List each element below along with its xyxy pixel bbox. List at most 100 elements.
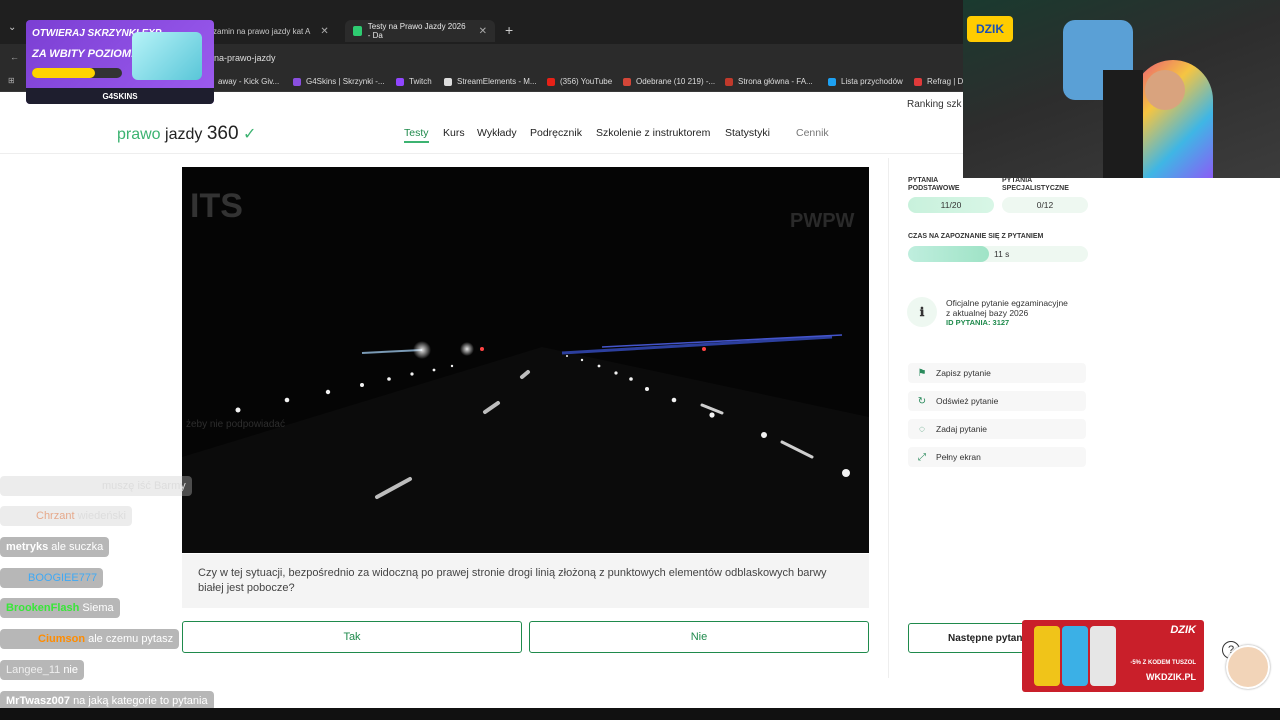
twitch-icon (396, 77, 404, 86)
streamelements-icon (444, 77, 452, 86)
chat-user: Ciumson (38, 633, 86, 645)
answer-no-button[interactable]: Nie (529, 621, 869, 653)
nav-statystyki[interactable]: Statystyki (725, 127, 770, 139)
faceit-icon (725, 77, 733, 86)
answer-yes-button[interactable]: Tak (182, 621, 522, 653)
chat-text: ale suczka (51, 541, 104, 553)
chat-text: na jaką kategorie to pytania (73, 695, 208, 707)
chair (1103, 70, 1143, 178)
nav-szkolenie[interactable]: Szkolenie z instruktorem (596, 127, 710, 139)
chat-message: muszę iść Barmy (0, 476, 192, 496)
expand-icon: ⤢ (918, 451, 926, 463)
chat-message: metryks ale suczka (0, 537, 110, 557)
can-image (1090, 626, 1116, 686)
chat-message: Langee_11 nie (0, 660, 84, 680)
promo-progress-bar (32, 68, 122, 78)
timer-label: CZAS NA ZAPOZNANIE SIĘ Z PYTANIEM (908, 233, 1044, 240)
timer-fill (908, 246, 989, 262)
chat-text: wiedeński (77, 510, 126, 522)
webcam-overlay: DZIK (963, 0, 1280, 178)
fullscreen-button[interactable]: ⤢ Pełny ekran (908, 447, 1086, 467)
bookmark-label: Twitch (409, 77, 432, 86)
youtube-icon (547, 77, 555, 86)
timer-value: 11 s (994, 249, 1010, 259)
bookmark-label: away - Kick Giv... (218, 77, 280, 86)
streamer-head (1145, 70, 1185, 110)
special-questions-counter: 0/12 (1002, 197, 1088, 213)
tab-testy[interactable]: Testy na Prawo Jazdy 2026 - Da ✕ (345, 20, 495, 42)
bookmark-item[interactable]: Strona główna - FA... (725, 77, 813, 86)
action-label: Odśwież pytanie (936, 396, 999, 406)
bookmark-label: G4Skins | Skrzynki -... (306, 77, 385, 86)
tab-label: Testy na Prawo Jazdy 2026 - Da (367, 22, 466, 40)
tab-exam-a[interactable]: zamin na prawo jazdy kat A ✕ (205, 20, 345, 42)
ranking-link[interactable]: Ranking szk (907, 99, 961, 110)
back-icon[interactable]: ← (10, 52, 19, 62)
logo-word-2: jazdy (165, 126, 203, 143)
action-label: Zapisz pytanie (936, 368, 991, 378)
bookmark-label: Strona główna - FA... (738, 77, 813, 86)
bookmark-item[interactable]: G4Skins | Skrzynki -... (293, 77, 385, 86)
refresh-question-button[interactable]: ↻ Odśwież pytanie (908, 391, 1086, 411)
new-tab-button[interactable]: + (505, 22, 513, 38)
refrag-icon (914, 77, 922, 86)
tab-list-icon[interactable]: ⌄ (8, 22, 16, 33)
chat-user: BOOGIEE777 (28, 572, 98, 584)
bookmark-label: Refrag | D (927, 77, 964, 86)
nav-cennik[interactable]: Cennik (796, 127, 829, 139)
chat-user: Chrzant (36, 510, 75, 522)
chat-text: ale czemu pytasz (88, 633, 174, 645)
bookmark-item[interactable]: StreamElements - M... (444, 77, 537, 86)
chat-user: Langee_11 (6, 664, 61, 676)
nav-testy[interactable]: Testy (404, 127, 429, 143)
question-text: Czy w tej sytuacji, bezpośrednio za wido… (182, 554, 869, 608)
video-overlay-text: żeby nie podpowiadać (186, 419, 285, 430)
basic-questions-label: PYTANIA PODSTAWOWE (908, 177, 960, 192)
basic-questions-counter: 11/20 (908, 197, 994, 213)
bookmark-label: Lista przychodów (841, 77, 903, 86)
bookmark-item[interactable]: away - Kick Giv... (218, 77, 279, 86)
nav-kurs[interactable]: Kurs (443, 127, 465, 139)
bookmark-label: (356) YouTube (560, 77, 613, 86)
crate-icon (132, 32, 202, 80)
video-watermark-left: ITS (190, 187, 243, 225)
chat-message: BrookenFlash Siema (0, 598, 120, 618)
nav-wyklady[interactable]: Wykłady (477, 127, 517, 139)
chat-user: MrTwasz007 (6, 695, 70, 707)
chat-icon: ◌ (919, 423, 925, 435)
support-avatar[interactable] (1226, 645, 1270, 689)
close-icon[interactable]: ✕ (320, 26, 328, 37)
url-text: na-prawo-jazdy (214, 53, 276, 63)
promo-line-2: ZA WBITY POZIOM! (32, 48, 135, 60)
bookmark-item[interactable]: (356) YouTube (547, 77, 612, 86)
favicon-icon (353, 26, 362, 36)
bookmark-item[interactable]: Lista przychodów (828, 77, 903, 86)
can-image (1034, 626, 1060, 686)
promo-progress-fill (32, 68, 95, 78)
sidebar-divider (888, 158, 889, 678)
logo-word-3: 360 (206, 123, 239, 144)
promo-overlay: OTWIERAJ SKRZYNKI EXP ZA WBITY POZIOM! G… (26, 20, 214, 104)
save-question-button[interactable]: ⚑ Zapisz pytanie (908, 363, 1086, 383)
site-logo[interactable]: prawo jazdy 360 ✓ (117, 123, 256, 145)
ad-banner: DZIK -5% Z KODEM TUSZOL WKDZIK.PL (1022, 620, 1204, 692)
special-questions-label: PYTANIA SPECJALISTYCZNE (1002, 177, 1069, 192)
apps-icon[interactable]: ⊞ (8, 76, 15, 85)
ask-question-button[interactable]: ◌ Zadaj pytanie (908, 419, 1086, 439)
refresh-icon: ↻ (917, 395, 927, 407)
bookmark-item[interactable]: Refrag | D (914, 77, 963, 86)
ad-url: WKDZIK.PL (1146, 672, 1196, 682)
bottom-strip (0, 708, 1280, 720)
g4skins-icon (293, 77, 301, 86)
chat-message: Chrzant wiedeński (0, 506, 132, 526)
chat-text: nie (63, 664, 78, 676)
info-line-1: Oficjalne pytanie egzaminacyjne (946, 298, 1068, 308)
info-block: Oficjalne pytanie egzaminacyjne z aktual… (946, 298, 1068, 328)
question-video[interactable]: ITS PWPW żeby nie podpowiadać (182, 167, 869, 553)
question-id: ID PYTANIA: 3127 (946, 318, 1010, 327)
bookmark-item[interactable]: Twitch (396, 77, 432, 86)
bookmark-item[interactable]: Odebrane (10 219) -... (623, 77, 715, 86)
nav-podrecznik[interactable]: Podręcznik (530, 127, 582, 139)
chat-message: Ciumson ale czemu pytasz (0, 629, 180, 649)
close-icon[interactable]: ✕ (479, 26, 487, 37)
